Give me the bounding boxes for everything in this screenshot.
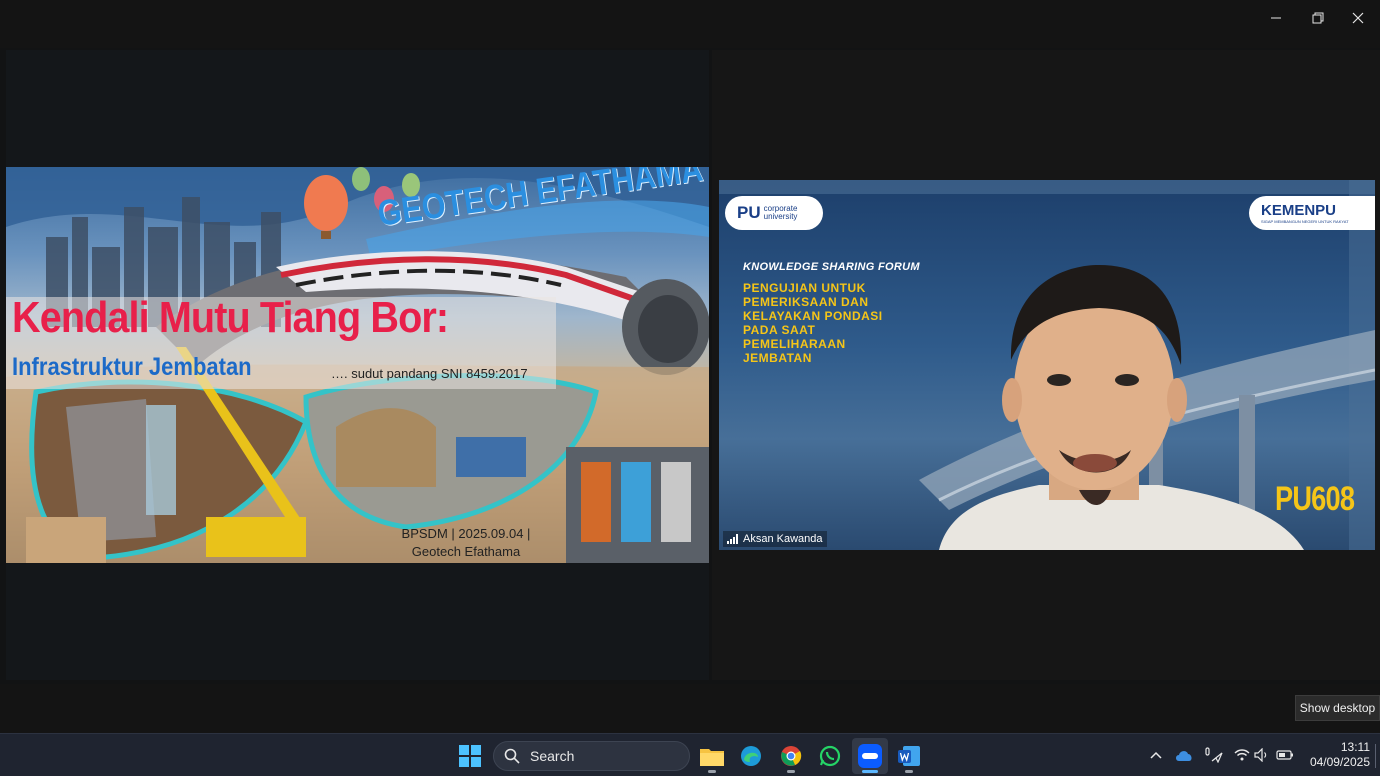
slide-title: Kendali Mutu Tiang Bor: <box>12 293 449 342</box>
pu608-badge: PU608 <box>1275 480 1355 518</box>
signal-bars-icon <box>727 534 738 544</box>
slide-footer-line1: BPSDM | 2025.09.04 | <box>401 526 531 541</box>
start-button[interactable] <box>452 738 488 774</box>
edge-button[interactable] <box>733 738 769 774</box>
slide-tagline: …. sudut pandang SNI 8459:2017 <box>331 366 528 381</box>
whatsapp-icon <box>819 745 841 767</box>
whatsapp-button[interactable] <box>812 738 848 774</box>
taskbar-search-box[interactable]: Search <box>493 741 690 771</box>
topic-line: KELAYAKAN PONDASI <box>743 309 883 323</box>
show-hidden-icons-button[interactable] <box>1142 740 1170 770</box>
minimize-button[interactable] <box>1255 0 1297 36</box>
pu-logo-text: PU <box>737 203 761 222</box>
slide-footer-line2: Geotech Efathama <box>411 544 521 559</box>
zoom-button[interactable] <box>852 738 888 774</box>
windows-start-icon <box>459 745 481 767</box>
clock-time: 13:11 <box>1340 740 1370 754</box>
zoom-icon <box>858 744 882 768</box>
battery-icon <box>1276 750 1293 760</box>
forum-topic: PENGUJIAN UNTUK PEMERIKSAAN DAN KELAYAKA… <box>743 281 883 365</box>
pu-corporate-university-logo: PU corporate university <box>725 196 823 230</box>
chrome-icon <box>781 746 802 766</box>
topic-line: PENGUJIAN UNTUK <box>743 281 866 295</box>
clock-date: 04/09/2025 <box>1309 755 1370 769</box>
location-mic-button[interactable] <box>1200 740 1228 770</box>
onedrive-button[interactable] <box>1170 740 1198 770</box>
minimize-icon <box>1271 17 1281 19</box>
participant-name: Aksan Kawanda <box>743 533 823 545</box>
cloud-icon <box>1176 751 1192 761</box>
active-indicator <box>862 770 878 773</box>
running-indicator <box>787 770 795 773</box>
word-button[interactable] <box>891 738 927 774</box>
search-icon <box>504 748 520 764</box>
taskbar: Search 13:11 04/09/2025 <box>0 733 1380 776</box>
participant-name-tag: Aksan Kawanda <box>723 531 827 547</box>
restore-button[interactable] <box>1297 0 1339 36</box>
kemenpu-logo-text: KEMENPU <box>1261 202 1337 219</box>
shared-slide[interactable]: GEOTECH EFATHAMA Kendali Mutu Tiang Bor:… <box>6 167 709 563</box>
chrome-button[interactable] <box>773 738 809 774</box>
slide-subtitle: Infrastruktur Jembatan <box>12 353 252 381</box>
file-explorer-button[interactable] <box>694 738 730 774</box>
topic-line: PADA SAAT <box>743 323 816 337</box>
close-icon <box>1352 12 1364 24</box>
edge-icon <box>741 746 761 766</box>
taskbar-clock[interactable]: 13:11 04/09/2025 <box>1300 740 1370 770</box>
close-button[interactable] <box>1337 0 1379 36</box>
kemenpu-logo-subtext: SIGAP MEMBANGUN NEGERI UNTUK RAKYAT <box>1261 219 1349 224</box>
show-desktop-tooltip: Show desktop <box>1295 695 1380 721</box>
running-indicator <box>905 770 913 773</box>
topic-line: JEMBATAN <box>743 351 812 365</box>
window-title-bar <box>0 0 1380 36</box>
running-indicator <box>708 770 716 773</box>
location-arrow-icon <box>1205 747 1223 763</box>
chevron-up-icon <box>1150 751 1162 759</box>
search-placeholder: Search <box>530 748 575 764</box>
kemenpu-logo: KEMENPU SIGAP MEMBANGUN NEGERI UNTUK RAK… <box>1249 196 1375 230</box>
speaker-icon <box>1254 748 1267 762</box>
word-icon <box>898 746 920 766</box>
folder-icon <box>700 749 724 766</box>
restore-icon <box>1312 12 1324 24</box>
participant-video-tile[interactable]: PU corporate university KEMENPU SIGAP ME… <box>719 180 1375 550</box>
topic-line: PEMELIHARAAN <box>743 337 846 351</box>
show-desktop-button[interactable] <box>1375 744 1376 768</box>
topic-line: PEMERIKSAAN DAN <box>743 295 869 309</box>
pu-logo-subtext: corporate university <box>763 204 798 221</box>
forum-label: KNOWLEDGE SHARING FORUM <box>743 261 920 273</box>
battery-button[interactable] <box>1271 740 1299 770</box>
slide-footer: BPSDM | 2025.09.04 | Geotech Efathama <box>386 525 546 561</box>
desktop-screen: GEOTECH EFATHAMA Kendali Mutu Tiang Bor:… <box>0 0 1380 776</box>
